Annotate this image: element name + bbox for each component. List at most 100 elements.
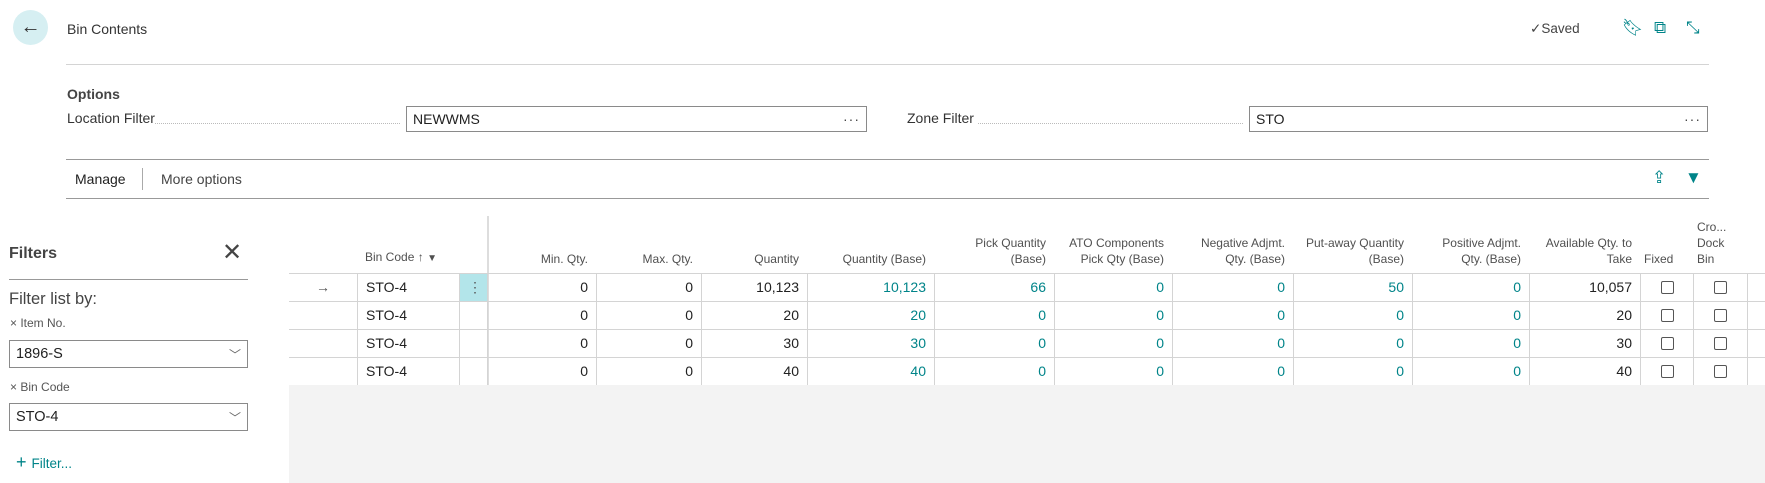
fixed-checkbox[interactable] (1660, 309, 1674, 322)
col-min-qty[interactable]: Min. Qty. (487, 251, 596, 267)
pos-adjmt-link[interactable]: 0 (1412, 274, 1529, 301)
pick-qty-link[interactable]: 0 (934, 358, 1054, 385)
row-actions-button[interactable] (459, 358, 487, 385)
available-qty-cell: 10,057 (1529, 274, 1640, 301)
cross-dock-checkbox[interactable] (1714, 337, 1727, 350)
ato-pick-qty-link[interactable]: 0 (1054, 358, 1172, 385)
cross-dock-checkbox[interactable] (1714, 309, 1727, 322)
zone-filter-label: Zone Filter (907, 110, 974, 126)
location-filter-input[interactable]: NEWWMS ··· (406, 106, 867, 132)
row-actions-button[interactable] (459, 302, 487, 329)
quantity-base-link[interactable]: 10,123 (807, 274, 934, 301)
row-indicator-icon (289, 358, 357, 385)
neg-adjmt-link[interactable]: 0 (1172, 302, 1293, 329)
min-qty-cell: 0 (487, 358, 596, 385)
share-icon[interactable]: ⇪ (1652, 168, 1666, 188)
available-qty-cell: 40 (1529, 358, 1640, 385)
pos-adjmt-link[interactable]: 0 (1412, 302, 1529, 329)
row-actions-button[interactable]: ⋮ (459, 274, 487, 301)
fixed-checkbox[interactable] (1660, 337, 1674, 350)
bin-code-cell[interactable]: STO-4 (357, 274, 459, 301)
bin-code-cell[interactable]: STO-4 (357, 358, 459, 385)
page-title: Bin Contents (67, 21, 148, 37)
col-pick-qty-base[interactable]: Pick Quantity (Base) (934, 235, 1054, 267)
row-actions-button[interactable] (459, 330, 487, 357)
min-qty-cell: 0 (487, 302, 596, 329)
add-filter-button[interactable]: + Filter... (16, 452, 72, 473)
remove-filter-icon[interactable]: × (10, 380, 20, 394)
col-pos-adjmt[interactable]: Positive Adjmt. Qty. (Base) (1412, 235, 1529, 267)
table-row[interactable]: → STO-4 ⋮ 0 0 10,123 10,123 66 0 0 50 0 … (289, 273, 1765, 301)
manage-menu[interactable]: Manage (75, 171, 126, 187)
ato-pick-qty-link[interactable]: 0 (1054, 274, 1172, 301)
neg-adjmt-link[interactable]: 0 (1172, 274, 1293, 301)
bin-code-cell[interactable]: STO-4 (357, 302, 459, 329)
table-row[interactable]: STO-4 0 0 20 20 0 0 0 0 0 20 (289, 301, 1765, 329)
zone-filter-input[interactable]: STO ··· (1249, 106, 1708, 132)
chevron-down-icon: ﹀ (228, 411, 241, 425)
row-indicator-icon: → (316, 279, 330, 295)
quantity-base-link[interactable]: 30 (807, 330, 934, 357)
open-new-window-icon[interactable]: ⧉ (1654, 18, 1666, 38)
back-button[interactable]: ← (13, 10, 48, 45)
lookup-ellipsis-icon[interactable]: ··· (1684, 111, 1701, 127)
putaway-qty-link[interactable]: 50 (1293, 274, 1412, 301)
bin-code-cell[interactable]: STO-4 (357, 330, 459, 357)
sort-asc-icon: ↑ (417, 250, 424, 264)
location-filter-label: Location Filter (67, 110, 155, 126)
filter-list-by-label: Filter list by: (9, 290, 98, 308)
more-options-menu[interactable]: More options (161, 171, 242, 187)
neg-adjmt-link[interactable]: 0 (1172, 358, 1293, 385)
putaway-qty-link[interactable]: 0 (1293, 330, 1412, 357)
pos-adjmt-link[interactable]: 0 (1412, 330, 1529, 357)
cross-dock-checkbox[interactable] (1714, 281, 1727, 294)
item-no-filter-label[interactable]: × Item No. (10, 316, 66, 330)
pick-qty-link[interactable]: 0 (934, 302, 1054, 329)
min-qty-cell: 0 (487, 274, 596, 301)
table-row[interactable]: STO-4 0 0 40 40 0 0 0 0 0 40 (289, 357, 1765, 385)
neg-adjmt-link[interactable]: 0 (1172, 330, 1293, 357)
col-putaway-qty[interactable]: Put-away Quantity (Base) (1293, 235, 1412, 267)
quantity-cell: 40 (701, 358, 807, 385)
putaway-qty-link[interactable]: 0 (1293, 358, 1412, 385)
min-qty-cell: 0 (487, 330, 596, 357)
col-quantity[interactable]: Quantity (701, 251, 807, 267)
pos-adjmt-link[interactable]: 0 (1412, 358, 1529, 385)
filters-title: Filters (9, 245, 58, 262)
arrow-left-icon: ← (20, 16, 41, 38)
bin-code-filter-input[interactable]: STO-4 ﹀ (9, 403, 248, 431)
pick-qty-link[interactable]: 0 (934, 330, 1054, 357)
available-qty-cell: 20 (1529, 302, 1640, 329)
pick-qty-link[interactable]: 66 (934, 274, 1054, 301)
ato-pick-qty-link[interactable]: 0 (1054, 302, 1172, 329)
col-ato-pick-qty[interactable]: ATO Components Pick Qty (Base) (1054, 235, 1172, 267)
max-qty-cell: 0 (596, 274, 701, 301)
fixed-checkbox[interactable] (1660, 281, 1674, 294)
item-no-filter-input[interactable]: 1896-S ﹀ (9, 340, 248, 368)
col-available-qty[interactable]: Available Qty. to Take (1529, 235, 1640, 267)
remove-filter-icon[interactable]: × (10, 316, 20, 330)
ato-pick-qty-link[interactable]: 0 (1054, 330, 1172, 357)
bookmark-icon[interactable]: 🔖︎ (1622, 18, 1644, 38)
collapse-icon[interactable]: ⤡ (1686, 18, 1700, 38)
col-neg-adjmt[interactable]: Negative Adjmt. Qty. (Base) (1172, 235, 1293, 267)
bin-contents-table: Bin Code ↑ ▼ Min. Qty. Max. Qty. Quantit… (289, 216, 1765, 385)
cross-dock-checkbox[interactable] (1714, 365, 1727, 378)
col-max-qty[interactable]: Max. Qty. (596, 251, 701, 267)
bin-code-filter-label[interactable]: × Bin Code (10, 380, 70, 394)
available-qty-cell: 30 (1529, 330, 1640, 357)
lookup-ellipsis-icon[interactable]: ··· (843, 111, 860, 127)
putaway-qty-link[interactable]: 0 (1293, 302, 1412, 329)
col-bin-code[interactable]: Bin Code ↑ ▼ (357, 249, 459, 267)
quantity-base-link[interactable]: 40 (807, 358, 934, 385)
col-fixed[interactable]: Fixed (1640, 251, 1693, 267)
fixed-checkbox[interactable] (1660, 365, 1674, 378)
table-row[interactable]: STO-4 0 0 30 30 0 0 0 0 0 30 (289, 329, 1765, 357)
quantity-cell: 10,123 (701, 274, 807, 301)
col-cross-dock-bin[interactable]: Cro... Dock Bin (1693, 219, 1747, 267)
quantity-base-link[interactable]: 20 (807, 302, 934, 329)
options-heading: Options (67, 86, 120, 102)
filter-icon[interactable]: ▼ (1685, 168, 1702, 188)
close-filters-icon[interactable]: ✕ (222, 238, 242, 267)
col-quantity-base[interactable]: Quantity (Base) (807, 251, 934, 267)
